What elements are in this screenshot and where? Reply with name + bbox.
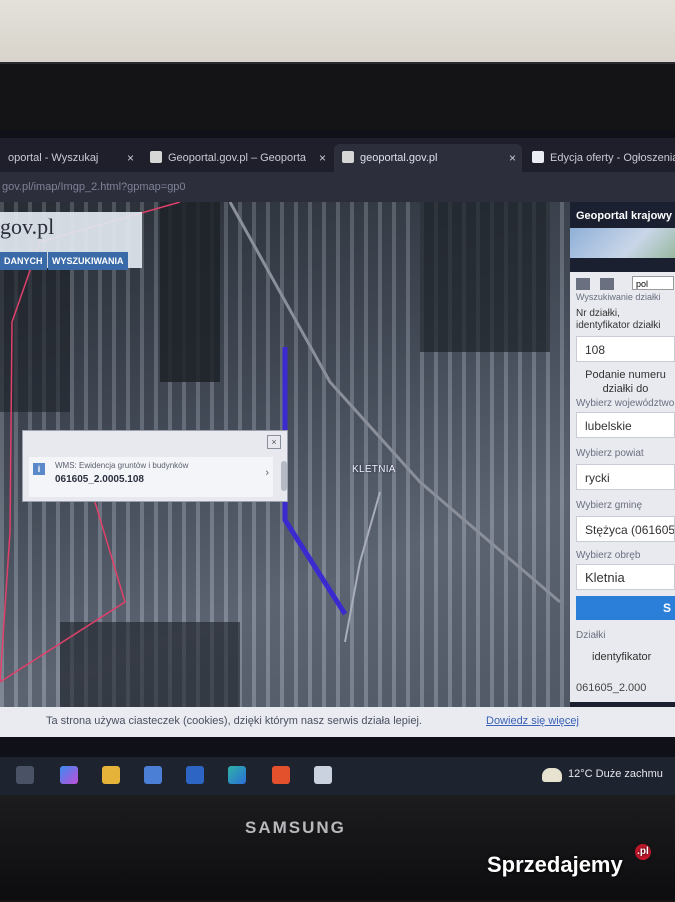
parcels-label: Działki: [576, 630, 606, 641]
monitor-brand-logo: SAMSUNG: [245, 818, 346, 837]
chevron-right-icon[interactable]: ›: [265, 467, 269, 479]
tab-geoportal-active[interactable]: geoportal.gov.pl ×: [334, 144, 522, 172]
app-icon[interactable]: [314, 766, 332, 784]
monitor-screen: oportal - Wyszukaj × Geoportal.gov.pl – …: [0, 130, 675, 795]
print-icon[interactable]: [576, 278, 590, 290]
identifier-column-header: identyfikator: [592, 651, 652, 663]
tab-label: Edycja oferty - Ogłoszenia: [550, 152, 675, 164]
parcel-number-label: Nr działki, identyfikator działki: [576, 308, 661, 331]
copilot-icon[interactable]: [60, 766, 78, 784]
commune-select[interactable]: Stężyca (061605: [576, 516, 675, 542]
place-label-kletnia: KLETNIA: [352, 464, 396, 475]
precinct-select[interactable]: Kletnia: [576, 564, 675, 590]
menu-search-button[interactable]: WYSZUKIWANIA: [48, 252, 128, 270]
layer-name: WMS: Ewidencja gruntów i budynków: [55, 461, 189, 470]
section-title: Wyszukiwanie działki: [576, 292, 661, 302]
sprzedajemy-watermark: Sprzedajemy .pl: [487, 844, 651, 878]
cookie-banner: Ta strona używa ciasteczek (cookies), dz…: [0, 707, 675, 737]
edge-icon[interactable]: [228, 766, 246, 784]
language-select[interactable]: pol: [632, 276, 674, 290]
close-icon[interactable]: ×: [319, 144, 326, 172]
road-line: [344, 491, 381, 643]
admin-boundary-line: [0, 491, 126, 683]
cookie-more-link[interactable]: Dowiedz się więcej: [486, 707, 579, 735]
monitor-bottom-bezel: [0, 795, 675, 900]
geoportal-favicon-icon: [150, 151, 162, 164]
panel-title: Geoportal krajowy: [576, 210, 672, 222]
hint-text: Podanie numeru działki do: [585, 369, 666, 395]
menu-data-button[interactable]: DANYCH: [0, 252, 47, 270]
task-view-icon[interactable]: [16, 766, 34, 784]
close-icon[interactable]: ×: [509, 144, 516, 172]
voivodeship-select[interactable]: lubelskie: [576, 412, 675, 438]
precinct-label: Wybierz obręb: [576, 550, 641, 561]
tab-geoportal-gov[interactable]: Geoportal.gov.pl – Geoporta ×: [142, 144, 332, 172]
page-viewport: gov.pl DANYCH WYSZUKIWANIA KLETNIA × i W…: [0, 202, 675, 707]
geoportal-header: gov.pl DANYCH WYSZUKIWANIA: [0, 212, 142, 270]
feature-info-popup: × i WMS: Ewidencja gruntów i budynków 06…: [22, 430, 288, 502]
parcel-result-row[interactable]: 061605_2.000: [576, 682, 646, 694]
feature-info-row[interactable]: i WMS: Ewidencja gruntów i budynków 0616…: [29, 457, 287, 497]
windows-taskbar: 12°C Duże zachmu: [0, 757, 675, 795]
parcel-number-input[interactable]: 108: [576, 336, 675, 362]
tab-label: oportal - Wyszukaj: [8, 152, 99, 164]
info-icon: i: [33, 463, 45, 475]
file-explorer-icon[interactable]: [102, 766, 120, 784]
watermark-text: Sprzedajemy: [487, 852, 623, 877]
geoportal-favicon-icon: [342, 151, 354, 164]
search-side-panel: Geoportal krajowy pol Wyszukiwanie dział…: [570, 202, 675, 707]
search-button[interactable]: S: [576, 596, 675, 620]
tab-geoportal-search[interactable]: oportal - Wyszukaj ×: [0, 144, 140, 172]
outlook-icon[interactable]: [186, 766, 204, 784]
parcel-search-form: pol Wyszukiwanie działki Nr działki, ide…: [570, 272, 675, 702]
sprzedajemy-favicon-icon: [532, 151, 544, 164]
popup-scrollbar[interactable]: [281, 461, 287, 491]
table-icon[interactable]: [600, 278, 614, 290]
background-wall: [0, 0, 675, 70]
store-icon[interactable]: [144, 766, 162, 784]
county-select[interactable]: rycki: [576, 464, 675, 490]
browser-tab-bar: oportal - Wyszukaj × Geoportal.gov.pl – …: [0, 138, 675, 172]
commune-label: Wybierz gminę: [576, 500, 643, 511]
weather-cloud-icon[interactable]: [542, 768, 562, 782]
address-bar[interactable]: gov.pl/imap/Imgp_2.html?gpmap=gp0: [0, 172, 675, 202]
tab-label: geoportal.gov.pl: [360, 152, 438, 164]
parcel-identifier: 061605_2.0005.108: [55, 474, 144, 485]
brave-icon[interactable]: [272, 766, 290, 784]
weather-widget[interactable]: 12°C Duże zachmu: [568, 768, 663, 780]
cookie-message: Ta strona używa ciasteczek (cookies), dz…: [46, 715, 422, 727]
road-line: [228, 202, 561, 604]
watermark-dot: .pl: [635, 844, 651, 860]
voivodeship-label: Wybierz województwo: [576, 398, 675, 409]
close-icon[interactable]: ×: [267, 435, 281, 449]
site-logo[interactable]: gov.pl: [0, 214, 54, 240]
county-label: Wybierz powiat: [576, 448, 644, 459]
close-icon[interactable]: ×: [127, 144, 134, 172]
overview-map-thumbnail[interactable]: [570, 228, 675, 258]
tab-label: Geoportal.gov.pl – Geoporta: [168, 152, 306, 164]
tab-edit-offer[interactable]: Edycja oferty - Ogłoszenia: [524, 144, 675, 172]
